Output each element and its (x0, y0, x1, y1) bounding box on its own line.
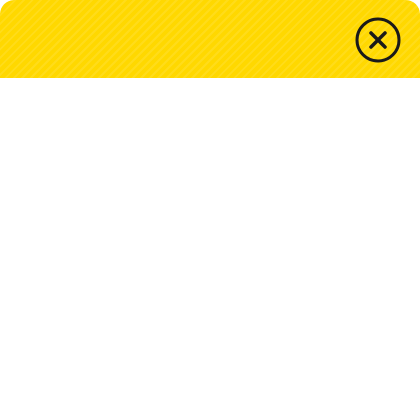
modal-dialog (0, 0, 420, 400)
dialog-body (0, 78, 420, 400)
close-button[interactable] (354, 16, 402, 64)
close-circle-icon (355, 17, 401, 63)
dialog-header (0, 0, 420, 78)
